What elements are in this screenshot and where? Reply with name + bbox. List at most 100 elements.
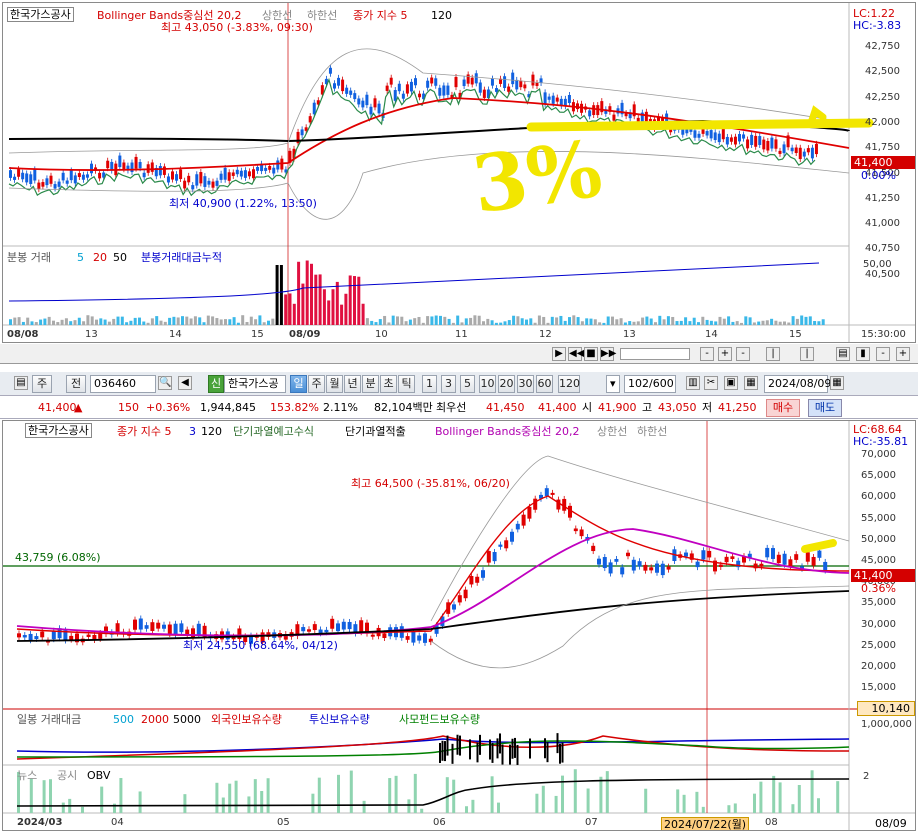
daily-candle-body [492,552,497,562]
daily-candle-body [179,623,184,633]
count-button[interactable]: 10 [479,375,496,393]
zoom-slider[interactable] [620,348,690,360]
candle-body [758,136,762,145]
period-button[interactable]: 월 [326,375,343,393]
forward-icon[interactable]: ▶▶ [600,347,616,361]
sell-button[interactable]: 매도 [808,399,842,417]
volume-bar [489,739,491,760]
period-button[interactable]: 주 [308,375,325,393]
daily-candle-body [486,551,491,563]
speaker-icon[interactable]: ◀ [178,376,192,390]
bottom-stock-label[interactable]: 한국가스공사 [25,423,92,438]
list-icon[interactable]: ▤ [14,376,28,390]
legend-overheat-detect[interactable]: 단기과열적출 [345,425,406,438]
level-line-label: 43,759 (6.08%) [15,551,101,564]
candle-body [519,80,523,88]
candle-body [754,135,758,147]
volume-legend-label[interactable]: 분봉 거래 [7,251,51,264]
count-button[interactable]: 60 [536,375,553,393]
volume-bar [357,276,361,325]
news-legend[interactable]: 뉴스 [17,769,37,782]
volume-bar [426,316,430,325]
zoom-reset-icon[interactable]: - [736,347,750,361]
volume-bar [808,316,812,325]
count-button[interactable]: 1 [422,375,437,393]
settings-icon[interactable]: ▤ [836,347,850,361]
rewind-icon[interactable]: ◀◀ [568,347,584,361]
count-button[interactable]: 120 [558,375,580,393]
candle-body [426,80,430,88]
legend-ma[interactable]: 종가 지수 5 [353,9,407,22]
count-button[interactable]: 5 [460,375,475,393]
count-dropdown[interactable]: ▾ [606,375,620,393]
volume-bar [568,317,571,325]
period-button[interactable]: 틱 [398,375,415,393]
daily-candle-body [759,563,764,567]
volume-bar [314,274,318,325]
fit-icon[interactable]: ▮ [856,347,870,361]
obv-legend[interactable]: OBV [87,769,110,782]
count-button[interactable]: 20 [498,375,515,393]
search-icon[interactable]: 🔍 [158,376,172,390]
bottom-legend-bollinger[interactable]: Bollinger Bands중심선 20,2 [435,425,580,438]
news-bar [695,791,699,813]
daily-candle-body [405,636,410,640]
stock-code-input[interactable]: 036460 [90,375,156,393]
bottom-legend-ma120: 120 [201,425,222,438]
buy-button[interactable]: 매수 [766,399,800,417]
zoom-out-icon[interactable]: - [700,347,714,361]
candle-body [211,181,215,188]
candle-body [377,103,381,114]
quote-change-pct: +0.36% [146,401,191,414]
count-button[interactable]: 30 [517,375,534,393]
date-input[interactable]: 2024/08/09 [764,375,831,393]
volume-bar [219,319,223,325]
legend-overheat-formula[interactable]: 단기과열예고수식 [233,425,314,438]
daily-candle-body [602,557,607,569]
volume-bar [761,320,765,325]
tab-week[interactable]: 주 [32,375,52,393]
notice-legend[interactable]: 공시 [57,769,77,782]
daily-candle-body [805,552,810,562]
stop-icon[interactable]: ■ [584,347,598,361]
scroll-left-icon[interactable]: ▶ [552,347,566,361]
daily-volume-legend-label[interactable]: 일봉 거래대금 [17,713,81,726]
intraday-chart-canvas[interactable] [3,3,916,343]
stock-label[interactable]: 한국가스공사 [7,7,74,22]
print-icon[interactable]: ▦ [744,376,758,390]
news-bar [682,794,686,813]
volume-bar [107,321,111,325]
news-bar [215,782,219,813]
zoom-in-icon[interactable]: + [718,347,732,361]
scroll-start-icon[interactable]: | [766,347,780,361]
bottom-legend-ma[interactable]: 종가 지수 5 [117,425,171,438]
volume-bar [150,318,154,325]
news-bar [535,793,539,813]
range-display[interactable]: 102/600 [624,375,676,393]
volume-bar [211,316,215,325]
calendar-icon[interactable]: ▦ [830,376,844,390]
tab-prev[interactable]: 전 [66,375,86,393]
save-icon[interactable]: ▣ [724,376,738,390]
plus-icon[interactable]: + [896,347,910,361]
period-button[interactable]: 년 [344,375,361,393]
minus-icon[interactable]: - [876,347,890,361]
volume-bar [441,740,444,761]
period-button[interactable]: 초 [380,375,397,393]
candle-body [397,83,401,92]
candle-body [389,77,393,85]
period-button[interactable]: 분 [362,375,379,393]
count-button[interactable]: 3 [441,375,456,393]
scroll-end-icon[interactable]: | [800,347,814,361]
period-button[interactable]: 일 [290,375,307,393]
chart-type-icon[interactable]: ▥ [686,376,700,390]
candle-body [547,96,551,100]
candle-body [252,169,255,179]
foreign-holding-line [16,738,850,753]
time-tick-label: 05 [277,817,290,828]
tools-icon[interactable]: ✂ [704,376,718,390]
volume-bar [172,316,176,325]
stock-name-display[interactable]: 한국가스공 [224,375,286,393]
daily-candle-body [631,559,636,571]
volume-bar [516,316,520,325]
